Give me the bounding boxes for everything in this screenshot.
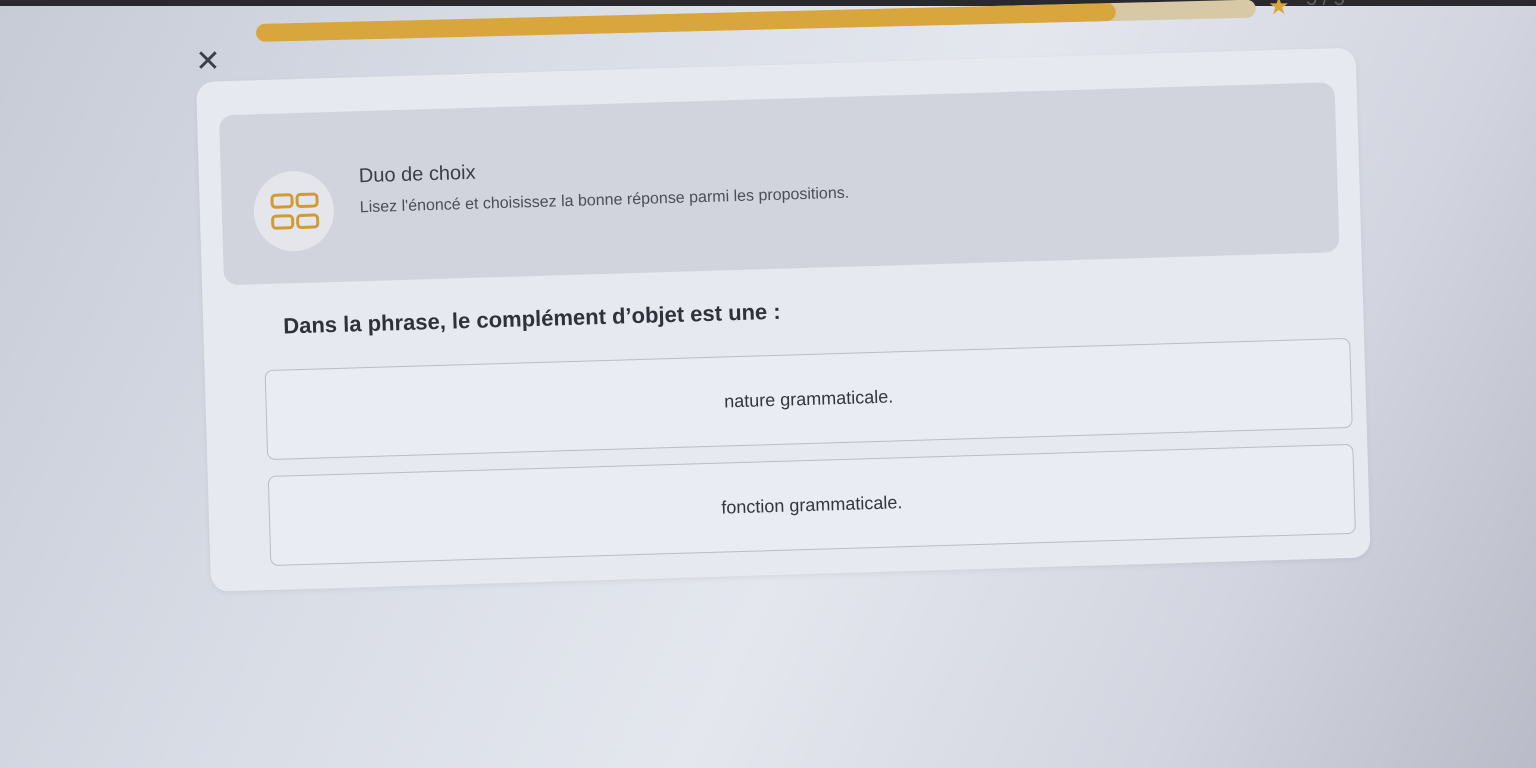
progress-bar-fill [255,2,1116,42]
star-icon: ★ [1268,0,1290,20]
grid-choice-icon-cell [270,214,295,230]
grid-choice-icon [252,169,336,253]
progress-bar [255,0,1256,42]
answer-option-label: nature grammaticale. [723,386,894,412]
exercise-type-title: Duo de choix [358,161,476,188]
answer-option-label: fonction grammaticale. [721,492,903,518]
exercise-card: Duo de choix Lisez l'énoncé et choisisse… [196,47,1371,592]
grid-choice-icon-cell [295,192,319,209]
answer-option-2[interactable]: fonction grammaticale. [267,443,1356,567]
grid-choice-icon-cell [295,213,320,230]
answer-option-1[interactable]: nature grammaticale. [264,337,1353,461]
close-icon[interactable]: ✕ [192,46,224,78]
grid-choice-icon-cell [270,193,294,209]
question-text: Dans la phrase, le complément d’objet es… [282,298,782,339]
progress-count: 5 / 5 [1306,0,1345,11]
